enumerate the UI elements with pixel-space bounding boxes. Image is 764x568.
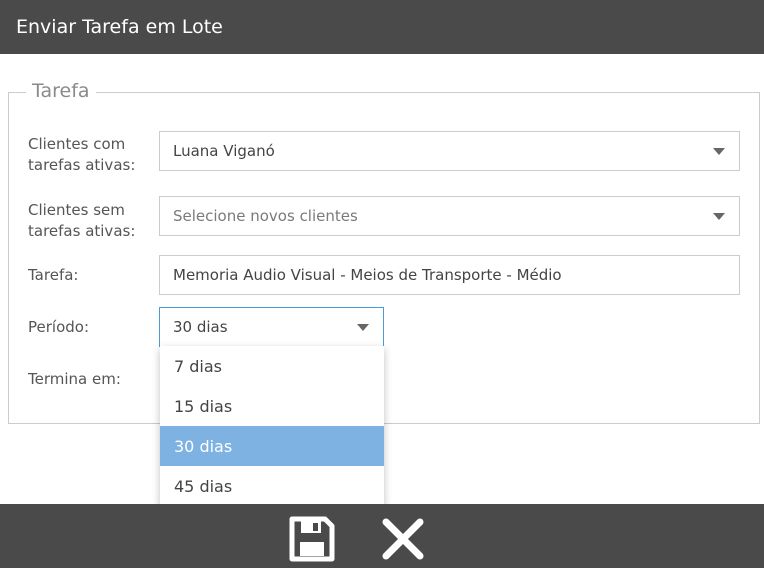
dialog-header: Enviar Tarefa em Lote bbox=[0, 0, 764, 54]
dialog-title: Enviar Tarefa em Lote bbox=[16, 16, 223, 38]
close-button[interactable] bbox=[380, 516, 426, 562]
clientes-com-label-line2: tarefas ativas: bbox=[28, 156, 136, 174]
clientes-com-value: Luana Viganó bbox=[173, 142, 275, 160]
clientes-sem-placeholder: Selecione novos clientes bbox=[173, 207, 358, 225]
clientes-sem-select[interactable]: Selecione novos clientes bbox=[159, 196, 740, 236]
close-icon bbox=[382, 518, 424, 560]
periodo-option-selected[interactable]: 30 dias bbox=[160, 426, 384, 466]
clientes-sem-label-line1: Clientes sem bbox=[28, 201, 125, 219]
clientes-com-label: Clientes com tarefas ativas: bbox=[28, 134, 135, 176]
tarefa-value: Memoria Audio Visual - Meios de Transpor… bbox=[173, 266, 562, 284]
clientes-com-select[interactable]: Luana Viganó bbox=[159, 131, 740, 171]
periodo-value: 30 dias bbox=[173, 318, 228, 336]
save-icon bbox=[289, 516, 335, 562]
fieldset-legend: Tarefa bbox=[26, 80, 96, 102]
periodo-dropdown: 7 dias 15 dias 30 dias 45 dias bbox=[160, 346, 384, 506]
periodo-option[interactable]: 7 dias bbox=[160, 346, 384, 386]
chevron-down-icon[interactable] bbox=[357, 324, 369, 331]
tarefa-field[interactable]: Memoria Audio Visual - Meios de Transpor… bbox=[159, 255, 740, 295]
periodo-label: Período: bbox=[28, 318, 90, 336]
clientes-sem-label-line2: tarefas ativas: bbox=[28, 222, 136, 240]
dialog-footer bbox=[0, 504, 764, 568]
periodo-option[interactable]: 45 dias bbox=[160, 466, 384, 506]
tarefa-label: Tarefa: bbox=[28, 266, 79, 284]
chevron-down-icon[interactable] bbox=[713, 213, 725, 220]
periodo-option[interactable]: 15 dias bbox=[160, 386, 384, 426]
chevron-down-icon[interactable] bbox=[713, 148, 725, 155]
clientes-sem-label: Clientes sem tarefas ativas: bbox=[28, 200, 135, 242]
clientes-com-label-line1: Clientes com bbox=[28, 135, 126, 153]
save-button[interactable] bbox=[289, 516, 335, 562]
termina-label: Termina em: bbox=[28, 370, 121, 388]
periodo-select[interactable]: 30 dias bbox=[159, 307, 384, 347]
